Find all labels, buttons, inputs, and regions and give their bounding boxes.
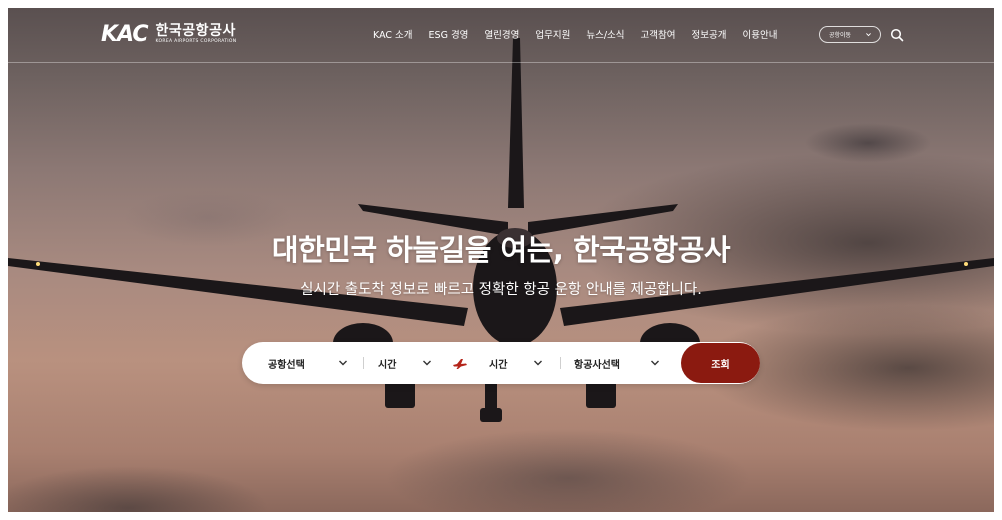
chevron-down-icon	[339, 360, 347, 366]
search-submit-button[interactable]: 조회	[681, 343, 760, 383]
airline-select-label: 항공사선택	[574, 359, 620, 371]
airport-select-label: 공항선택	[268, 359, 305, 371]
divider	[560, 357, 561, 369]
time-from-select[interactable]: 시간	[378, 342, 438, 384]
chevron-down-icon	[534, 360, 542, 366]
time-from-label: 시간	[378, 359, 397, 371]
nav-open-management[interactable]: 열린경영	[484, 27, 519, 41]
hero-title: 대한민국 하늘길을 여는, 한국공항공사	[271, 233, 731, 267]
logo-mark: KAC	[101, 22, 149, 47]
time-to-label: 시간	[489, 359, 508, 371]
chevron-down-icon	[866, 33, 871, 37]
time-to-select[interactable]: 시간	[489, 342, 549, 384]
hero-subtitle: 실시간 출도착 정보로 빠르고 정확한 항공 운항 안내를 제공합니다.	[300, 282, 702, 298]
airport-move-label: 공항이동	[829, 32, 852, 39]
nav-kac-intro[interactable]: KAC 소개	[373, 27, 413, 41]
nav-guide[interactable]: 이용안내	[742, 27, 777, 41]
hero-section: KAC 한국공항공사 KOREA AIRPORTS CORPORATION KA…	[8, 8, 994, 512]
flight-search-bar: 공항선택 시간 시간 항공사선택 조회	[242, 342, 760, 384]
nav-customer[interactable]: 고객참여	[641, 27, 676, 41]
logo-english-name: KOREA AIRPORTS CORPORATION	[155, 39, 237, 44]
search-icon[interactable]	[890, 28, 904, 42]
main-nav: KAC 소개 ESG 경영 열린경영 업무지원 뉴스/소식 고객참여 정보공개 …	[373, 27, 793, 41]
airplane-icon	[453, 359, 467, 369]
airline-select[interactable]: 항공사선택	[574, 342, 666, 384]
nav-business-support[interactable]: 업무지원	[535, 27, 570, 41]
site-header: KAC 한국공항공사 KOREA AIRPORTS CORPORATION KA…	[8, 8, 994, 63]
chevron-down-icon	[423, 360, 431, 366]
divider	[363, 357, 364, 369]
logo-korean-name: 한국공항공사	[155, 23, 236, 39]
chevron-down-icon	[651, 360, 659, 366]
nav-news[interactable]: 뉴스/소식	[586, 27, 624, 41]
nav-info-disclosure[interactable]: 정보공개	[692, 27, 727, 41]
kac-logo[interactable]: KAC 한국공항공사 KOREA AIRPORTS CORPORATION	[101, 22, 236, 47]
airport-move-button[interactable]: 공항이동	[819, 26, 881, 43]
airport-select[interactable]: 공항선택	[268, 342, 354, 384]
nav-esg[interactable]: ESG 경영	[429, 27, 469, 41]
